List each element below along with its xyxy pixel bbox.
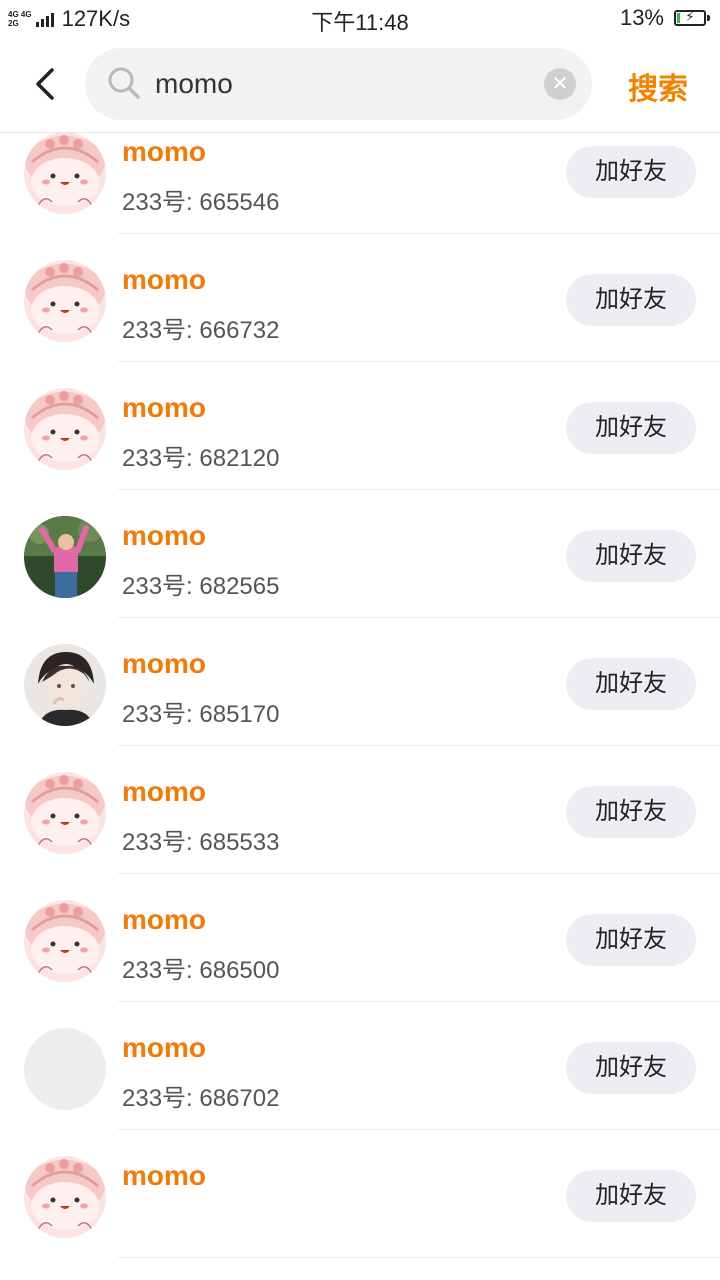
status-bar: 4G 4G 2G 127K/s 下午11:48 13% ⚡ [0, 0, 720, 38]
avatar[interactable] [24, 772, 106, 854]
user-id: 233号: 685170 [122, 701, 280, 728]
user-name: momo [122, 520, 206, 551]
result-row[interactable]: momo 233号: 685533 加好友 [0, 746, 720, 874]
search-query[interactable]: momo [155, 68, 233, 100]
avatar[interactable] [24, 644, 106, 726]
add-friend-button[interactable]: 加好友 [566, 658, 696, 710]
user-id: 233号: 666732 [122, 317, 280, 344]
avatar[interactable] [24, 516, 106, 598]
add-friend-button[interactable]: 加好友 [566, 146, 696, 198]
avatar[interactable] [24, 388, 106, 470]
add-friend-button[interactable]: 加好友 [566, 530, 696, 582]
user-name: momo [122, 392, 206, 423]
add-friend-button[interactable]: 加好友 [566, 1170, 696, 1222]
search-header: momo ✕ 搜索 [0, 38, 720, 133]
user-name: momo [122, 648, 206, 679]
result-row[interactable]: momo 233号: 682565 加好友 [0, 490, 720, 618]
result-row[interactable]: momo 233号: 682120 加好友 [0, 362, 720, 490]
user-name: momo [122, 1032, 206, 1063]
search-input[interactable]: momo ✕ [85, 48, 592, 120]
back-arrow-icon[interactable] [28, 66, 64, 102]
divider [118, 1257, 720, 1258]
avatar[interactable] [24, 900, 106, 982]
results-list: momo233号: 664948加好友momo233号: 665546加好友mo… [0, 0, 720, 1258]
user-name: momo [122, 136, 206, 167]
user-name: momo [122, 776, 206, 807]
add-friend-button[interactable]: 加好友 [566, 786, 696, 838]
avatar[interactable] [24, 1156, 106, 1238]
user-name: momo [122, 904, 206, 935]
user-id: 233号: 686500 [122, 957, 280, 984]
result-row[interactable]: momo 233号: 686702 加好友 [0, 1002, 720, 1130]
add-friend-button[interactable]: 加好友 [566, 914, 696, 966]
result-row[interactable]: momo 233号: 666732 加好友 [0, 234, 720, 362]
user-name: momo [122, 1160, 206, 1191]
user-id: 233号: 685533 [122, 829, 280, 856]
battery-percent: 13% [619, 5, 664, 30]
charging-icon: ⚡ [685, 9, 695, 24]
battery-icon: ⚡ [674, 9, 710, 26]
avatar[interactable] [24, 1028, 106, 1110]
user-id: 233号: 682120 [122, 445, 280, 472]
result-row[interactable]: momo 233号: 686500 加好友 [0, 874, 720, 1002]
add-friend-button[interactable]: 加好友 [566, 402, 696, 454]
user-id: 233号: 686702 [122, 1085, 280, 1112]
clock: 下午11:48 [311, 10, 409, 35]
add-friend-button[interactable]: 加好友 [566, 1042, 696, 1094]
avatar[interactable] [24, 132, 106, 214]
clear-icon[interactable]: ✕ [544, 68, 576, 100]
avatar[interactable] [24, 260, 106, 342]
search-button[interactable]: 搜索 [628, 64, 688, 108]
user-name: momo [122, 264, 206, 295]
result-row[interactable]: momo 233号: 685170 加好友 [0, 618, 720, 746]
add-friend-button[interactable]: 加好友 [566, 274, 696, 326]
result-row[interactable]: momo 加好友 [0, 1130, 720, 1258]
user-id: 233号: 665546 [122, 189, 280, 216]
user-id: 233号: 682565 [122, 573, 280, 600]
search-icon [108, 67, 140, 99]
